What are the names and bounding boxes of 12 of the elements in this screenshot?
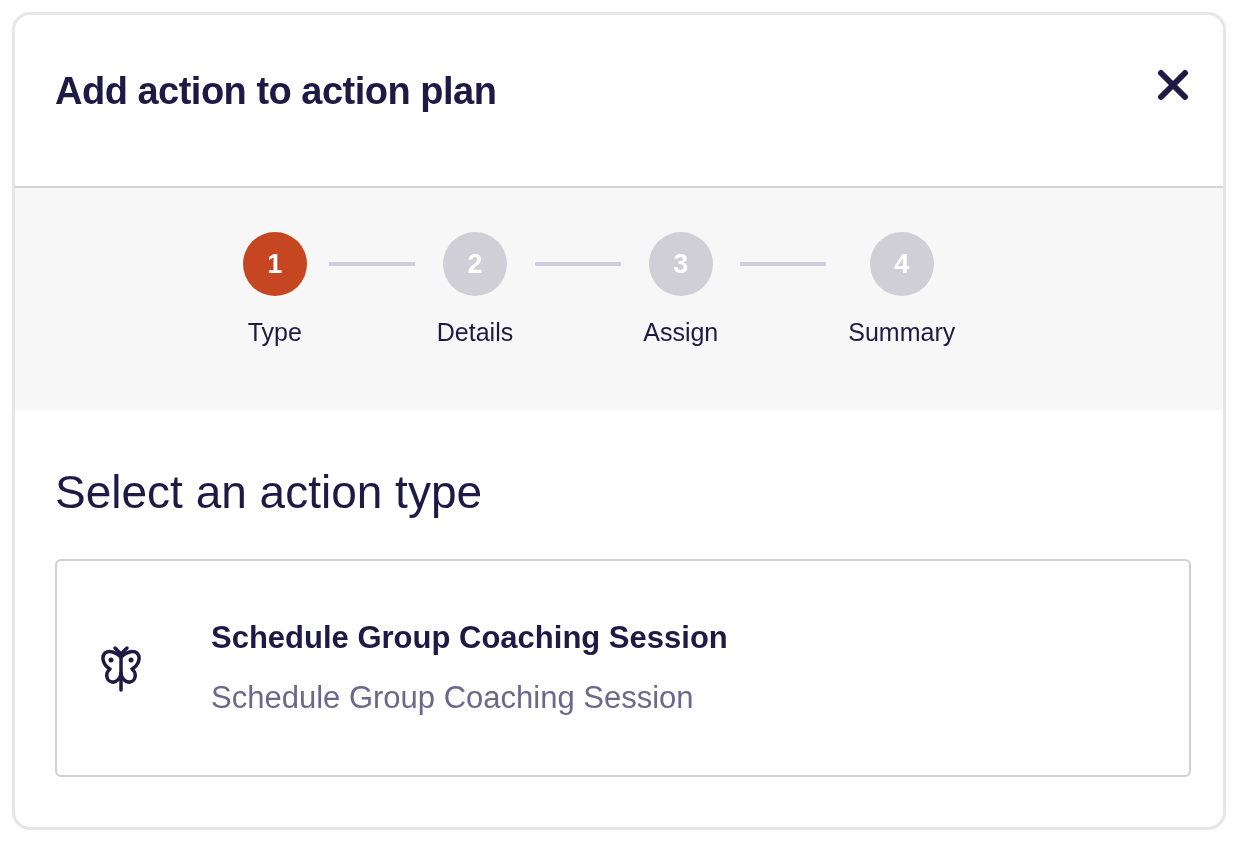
- option-title: Schedule Group Coaching Session: [211, 618, 728, 657]
- step-label: Type: [247, 317, 302, 348]
- step-label: Details: [436, 317, 514, 348]
- section-title: Select an action type: [55, 465, 484, 520]
- dialog-title: Add action to action plan: [55, 69, 497, 114]
- butterfly-icon: [101, 643, 141, 693]
- step-label: Assign: [643, 317, 719, 348]
- action-type-option[interactable]: Schedule Group Coaching Session Schedule Group Coaching Session: [55, 559, 1191, 777]
- option-description: Schedule Group Coaching Session: [211, 679, 695, 717]
- close-icon: [1157, 69, 1189, 101]
- step-label: Summary: [848, 317, 956, 348]
- step-number[interactable]: 1: [242, 232, 307, 296]
